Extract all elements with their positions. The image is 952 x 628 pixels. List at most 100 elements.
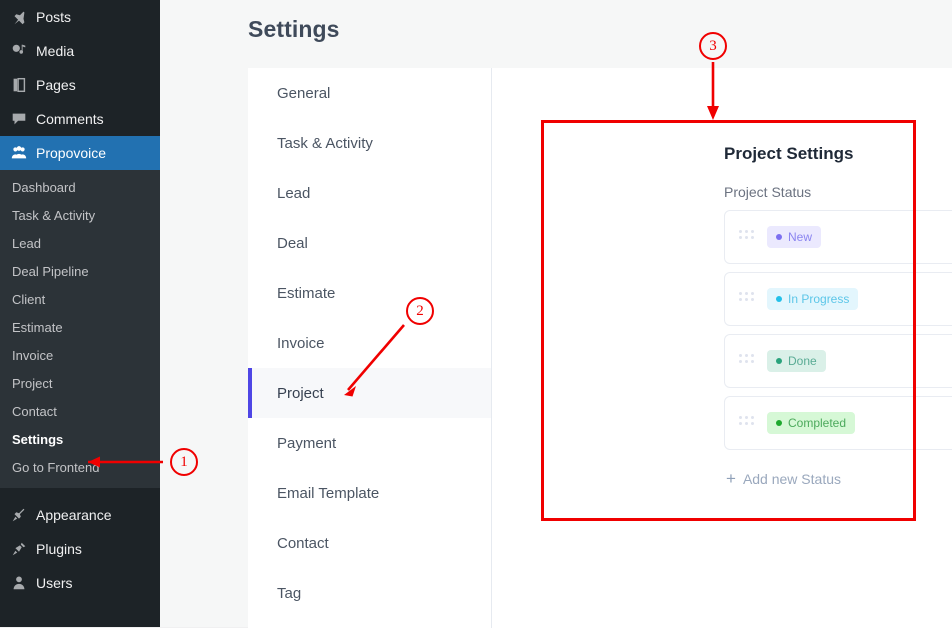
nav-label: Estimate xyxy=(277,284,336,302)
propovoice-icon xyxy=(10,144,36,162)
submenu-label: Invoice xyxy=(12,348,54,363)
status-label: In Progress xyxy=(788,292,850,306)
nav-label: Task & Activity xyxy=(277,134,373,152)
submenu-item-client[interactable]: Client xyxy=(0,286,160,314)
nav-label: Invoice xyxy=(277,334,325,352)
status-dot xyxy=(776,296,782,302)
plugins-icon xyxy=(10,540,36,558)
status-row[interactable]: Completed xyxy=(724,396,952,450)
submenu-label: Task & Activity xyxy=(12,208,96,223)
submenu-label: Dashboard xyxy=(12,180,76,195)
status-label: New xyxy=(788,230,813,244)
menu-label: Appearance xyxy=(36,507,112,523)
menu-label: Comments xyxy=(36,111,104,127)
comments-icon xyxy=(10,110,36,128)
submenu-item-contact[interactable]: Contact xyxy=(0,398,160,426)
add-new-status-label: Add new Status xyxy=(742,470,841,487)
status-badge: Completed xyxy=(767,412,856,434)
status-row[interactable]: In Progress xyxy=(724,272,952,326)
menu-separator xyxy=(0,488,160,492)
submenu-item-task-activity[interactable]: Task & Activity xyxy=(0,202,160,230)
nav-label: Project xyxy=(277,384,324,402)
status-dot xyxy=(776,420,782,426)
settings-nav-item-contact[interactable]: Contact xyxy=(248,518,491,568)
status-label: Done xyxy=(788,354,817,368)
menu-item-propovoice[interactable]: Propovoice xyxy=(0,136,160,170)
status-badge: New xyxy=(767,226,822,248)
pin-icon xyxy=(10,8,36,26)
nav-label: Lead xyxy=(277,184,311,202)
settings-content: Project Settings Project Status New In P… xyxy=(492,68,952,628)
drag-handle-icon[interactable] xyxy=(739,354,754,368)
settings-nav-item-task-activity[interactable]: Task & Activity xyxy=(248,118,491,168)
users-icon xyxy=(10,574,36,592)
submenu-item-settings[interactable]: Settings xyxy=(0,426,160,454)
nav-label: Payment xyxy=(277,434,337,452)
submenu-item-dashboard[interactable]: Dashboard xyxy=(0,174,160,202)
submenu-label: Deal Pipeline xyxy=(12,264,89,279)
status-badge: In Progress xyxy=(767,288,859,310)
submenu-item-estimate[interactable]: Estimate xyxy=(0,314,160,342)
settings-nav-item-tag[interactable]: Tag xyxy=(248,568,491,618)
propovoice-submenu: Dashboard Task & Activity Lead Deal Pipe… xyxy=(0,170,160,488)
add-new-status-button[interactable]: + Add new Status xyxy=(726,470,841,487)
appearance-icon xyxy=(10,506,36,524)
menu-label: Pages xyxy=(36,77,76,93)
media-icon xyxy=(10,42,36,60)
wp-admin-sidebar: Posts Media Pages Comments Propovoice Da… xyxy=(0,0,160,627)
settings-nav-item-deal[interactable]: Deal xyxy=(248,218,491,268)
submenu-item-lead[interactable]: Lead xyxy=(0,230,160,258)
menu-label: Users xyxy=(36,575,73,591)
nav-label: Tag xyxy=(277,584,302,602)
submenu-label: Contact xyxy=(12,404,57,419)
submenu-label: Settings xyxy=(12,432,64,447)
submenu-item-go-to-frontend[interactable]: Go to Frontend xyxy=(0,454,160,482)
pages-icon xyxy=(10,76,36,94)
submenu-label: Estimate xyxy=(12,320,63,335)
project-status-label: Project Status xyxy=(724,184,812,200)
settings-nav-item-general[interactable]: General xyxy=(248,68,491,118)
submenu-item-deal-pipeline[interactable]: Deal Pipeline xyxy=(0,258,160,286)
status-label: Completed xyxy=(788,416,847,430)
settings-nav-item-payment[interactable]: Payment xyxy=(248,418,491,468)
submenu-label: Project xyxy=(12,376,53,391)
settings-nav-item-lead[interactable]: Lead xyxy=(248,168,491,218)
nav-label: Contact xyxy=(277,534,329,552)
menu-item-plugins[interactable]: Plugins xyxy=(0,532,160,566)
plus-icon: + xyxy=(726,469,736,488)
submenu-label: Client xyxy=(12,292,46,307)
status-dot xyxy=(776,358,782,364)
nav-label: General xyxy=(277,84,331,102)
drag-handle-icon[interactable] xyxy=(739,416,754,430)
project-settings-panel: Project Settings Project Status New In P… xyxy=(704,122,952,522)
status-dot xyxy=(776,234,782,240)
screen: Posts Media Pages Comments Propovoice Da… xyxy=(0,0,952,628)
menu-item-comments[interactable]: Comments xyxy=(0,102,160,136)
menu-item-media[interactable]: Media xyxy=(0,34,160,68)
menu-item-pages[interactable]: Pages xyxy=(0,68,160,102)
submenu-item-project[interactable]: Project xyxy=(0,370,160,398)
content-area: Settings General Task & Activity Lead De… xyxy=(160,0,952,628)
menu-label: Media xyxy=(36,43,75,59)
menu-label: Posts xyxy=(36,9,72,25)
page-title: Settings xyxy=(248,16,340,42)
menu-item-users[interactable]: Users xyxy=(0,566,160,600)
settings-nav-item-email-template[interactable]: Email Template xyxy=(248,468,491,518)
menu-item-appearance[interactable]: Appearance xyxy=(0,498,160,532)
settings-nav-item-estimate[interactable]: Estimate xyxy=(248,268,491,318)
drag-handle-icon[interactable] xyxy=(739,292,754,306)
menu-label: Plugins xyxy=(36,541,82,557)
project-settings-title: Project Settings xyxy=(724,144,854,163)
submenu-item-invoice[interactable]: Invoice xyxy=(0,342,160,370)
submenu-label: Lead xyxy=(12,236,41,251)
status-row[interactable]: Done xyxy=(724,334,952,388)
menu-item-posts[interactable]: Posts xyxy=(0,0,160,34)
nav-label: Email Template xyxy=(277,484,380,502)
status-row[interactable]: New xyxy=(724,210,952,264)
status-badge: Done xyxy=(767,350,826,372)
settings-nav-item-invoice[interactable]: Invoice xyxy=(248,318,491,368)
settings-nav-item-project[interactable]: Project xyxy=(248,368,491,418)
submenu-label: Go to Frontend xyxy=(12,460,100,475)
menu-label: Propovoice xyxy=(36,145,107,161)
drag-handle-icon[interactable] xyxy=(739,230,754,244)
